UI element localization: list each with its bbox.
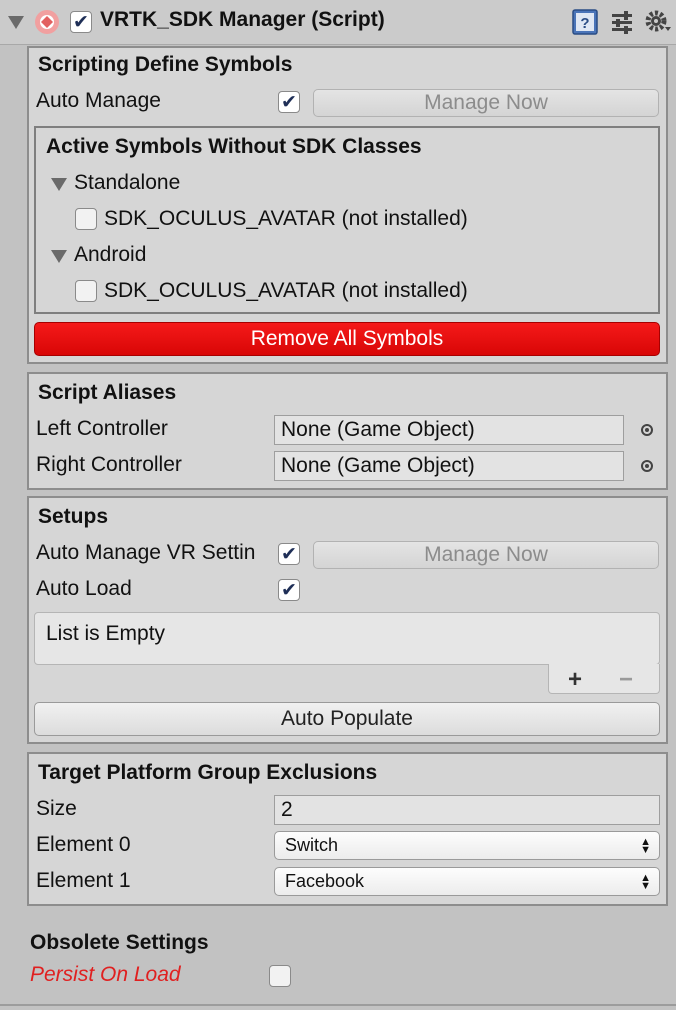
element0-dropdown[interactable]: Switch ▲ ▼ (274, 831, 660, 860)
object-picker-icon[interactable] (641, 460, 653, 472)
remove-all-symbols-button[interactable]: Remove All Symbols (34, 322, 660, 356)
size-input[interactable]: 2 (274, 795, 660, 825)
size-label: Size (36, 797, 77, 820)
symbol-android-label: SDK_OCULUS_AVATAR (not installed) (104, 279, 468, 302)
manage-now-button[interactable]: Manage Now (313, 89, 659, 117)
script-logo-icon (30, 8, 64, 36)
obsolete-settings-title: Obsolete Settings (30, 931, 209, 954)
bottom-divider (0, 1004, 676, 1006)
symbol-checkbox-standalone[interactable] (75, 208, 97, 230)
group-android-label[interactable]: Android (74, 243, 146, 267)
foldout-arrow-icon[interactable] (8, 16, 24, 29)
svg-text:?: ? (580, 15, 589, 32)
auto-manage-vr-checkbox[interactable] (278, 543, 300, 565)
gear-icon[interactable] (644, 9, 672, 35)
element1-dropdown[interactable]: Facebook ▲ ▼ (274, 867, 660, 896)
left-controller-label: Left Controller (36, 417, 168, 440)
element0-value: Switch (285, 835, 339, 855)
element1-value: Facebook (285, 871, 365, 891)
setups-manage-now-button[interactable]: Manage Now (313, 541, 659, 569)
component-header: VRTK_SDK Manager (Script) ? (0, 0, 676, 45)
dropdown-arrows-icon: ▲ ▼ (640, 871, 651, 892)
auto-manage-vr-label: Auto Manage VR Settin (36, 541, 256, 564)
script-aliases-title: Script Aliases (38, 381, 177, 404)
persist-on-load-checkbox[interactable] (269, 965, 291, 987)
right-controller-label: Right Controller (36, 453, 182, 476)
component-title: VRTK_SDK Manager (Script) (100, 8, 385, 31)
symbol-standalone-label: SDK_OCULUS_AVATAR (not installed) (104, 207, 468, 230)
auto-manage-label: Auto Manage (36, 89, 161, 112)
list-footer (548, 664, 660, 694)
symbol-checkbox-android[interactable] (75, 280, 97, 302)
auto-populate-button[interactable]: Auto Populate (34, 702, 660, 736)
auto-load-label: Auto Load (36, 577, 132, 600)
persist-on-load-label: Persist On Load (30, 963, 181, 986)
help-book-icon[interactable]: ? (572, 9, 598, 35)
setups-title: Setups (38, 505, 109, 528)
left-controller-field[interactable]: None (Game Object) (274, 415, 624, 445)
standalone-foldout-icon[interactable] (51, 178, 67, 191)
exclusions-title: Target Platform Group Exclusions (38, 761, 378, 784)
add-element-button[interactable]: + (568, 666, 582, 694)
preset-sliders-icon[interactable] (610, 10, 634, 34)
dropdown-arrows-icon: ▲ ▼ (640, 835, 651, 856)
right-controller-field[interactable]: None (Game Object) (274, 451, 624, 481)
component-enabled-checkbox[interactable] (70, 11, 92, 33)
group-standalone-label[interactable]: Standalone (74, 171, 180, 195)
element0-label: Element 0 (36, 833, 131, 856)
android-foldout-icon[interactable] (51, 250, 67, 263)
active-symbols-title: Active Symbols Without SDK Classes (46, 135, 422, 158)
element1-label: Element 1 (36, 869, 131, 892)
scripting-section-title: Scripting Define Symbols (38, 53, 293, 76)
remove-element-button[interactable]: − (619, 666, 633, 694)
list-empty-text: List is Empty (46, 622, 166, 645)
auto-manage-checkbox[interactable] (278, 91, 300, 113)
auto-load-checkbox[interactable] (278, 579, 300, 601)
object-picker-icon[interactable] (641, 424, 653, 436)
